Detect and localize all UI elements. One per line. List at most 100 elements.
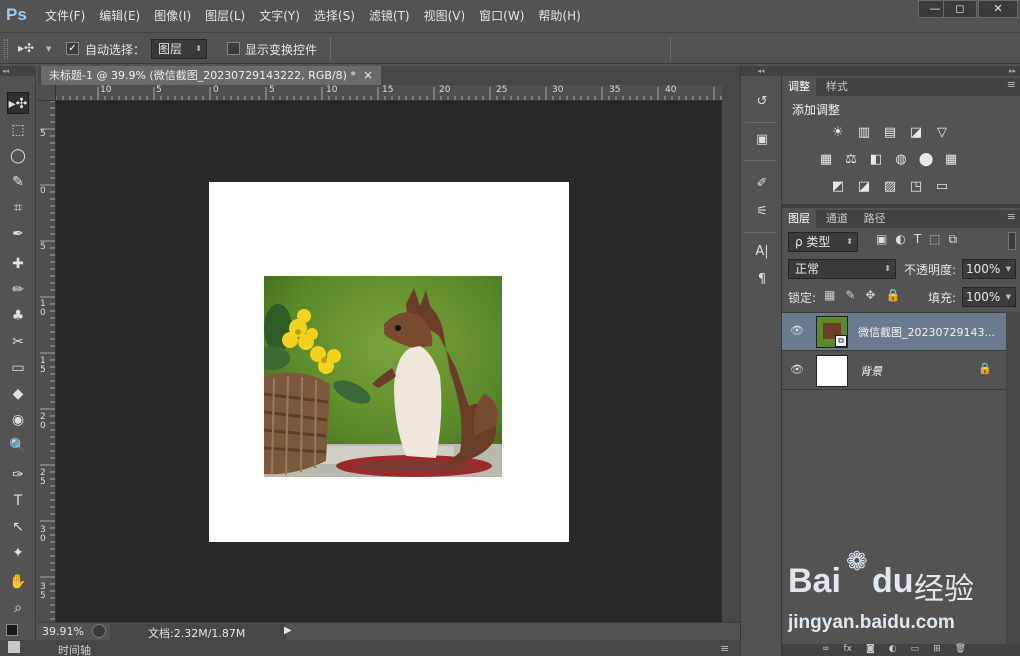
vibrance-icon[interactable]: ▽ bbox=[932, 124, 952, 142]
panel-collapse-icon[interactable]: ▸▸ bbox=[782, 66, 1020, 76]
horizontal-ruler[interactable]: 10 5 0 5 10 15 20 25 30 35 40 bbox=[56, 85, 722, 101]
layer-name[interactable]: 背景 bbox=[860, 363, 882, 379]
brightness-contrast-icon[interactable]: ☀ bbox=[828, 124, 848, 142]
threshold-icon[interactable]: ▨ bbox=[880, 178, 900, 196]
adjustments-panel-menu-icon[interactable]: ≡ bbox=[1007, 78, 1016, 91]
color-lookup-icon[interactable]: ▦ bbox=[941, 151, 961, 169]
healing-brush-tool-icon[interactable]: ✚ bbox=[7, 253, 29, 275]
menu-layer[interactable]: 图层(L) bbox=[198, 0, 252, 32]
hand-tool-icon[interactable]: ✋ bbox=[7, 571, 29, 593]
brush-tool-icon[interactable]: ✏ bbox=[7, 279, 29, 301]
layer-filter-type-select[interactable]: ρ 类型 ⬍ bbox=[788, 232, 858, 252]
canvas-vertical-scrollbar[interactable] bbox=[722, 85, 740, 622]
zoom-tool-icon[interactable]: ⌕ bbox=[7, 597, 29, 619]
invert-icon[interactable]: ◩ bbox=[828, 178, 848, 196]
menu-view[interactable]: 视图(V) bbox=[417, 0, 473, 32]
timeline-panel-bar[interactable]: 时间轴 ≡ bbox=[0, 640, 740, 656]
paint-bucket-tool-icon[interactable]: ◆ bbox=[7, 383, 29, 405]
layer-visibility-eye-icon[interactable]: 👁 bbox=[790, 325, 804, 337]
gradient-map-icon[interactable]: ▭ bbox=[932, 178, 952, 196]
menu-image[interactable]: 图像(I) bbox=[147, 0, 198, 32]
brush-settings-icon[interactable]: ⚟ bbox=[752, 202, 772, 222]
brush-presets-icon[interactable]: ✐ bbox=[752, 174, 772, 194]
filter-toggle[interactable] bbox=[1008, 232, 1016, 250]
filter-type-icon[interactable]: T bbox=[914, 232, 921, 247]
blur-tool-icon[interactable]: ◉ bbox=[7, 409, 29, 431]
crop-tool-icon[interactable]: ⌗ bbox=[7, 197, 29, 219]
fill-input[interactable]: 100% ▼ bbox=[962, 287, 1016, 307]
hue-saturation-icon[interactable]: ▦ bbox=[816, 151, 836, 169]
character-panel-icon[interactable]: A| bbox=[752, 242, 772, 262]
curves-icon[interactable]: ▤ bbox=[880, 124, 900, 142]
canvas-workspace[interactable] bbox=[56, 101, 722, 622]
blend-mode-select[interactable]: 正常 ⬍ bbox=[788, 259, 896, 279]
zoom-level[interactable]: 39.91% bbox=[42, 625, 84, 638]
layers-panel-menu-icon[interactable]: ≡ bbox=[1007, 210, 1016, 223]
document-tab[interactable]: 未标题-1 @ 39.9% (微信截图_20230729143222, RGB/… bbox=[41, 66, 381, 85]
tools-collapse-icon[interactable]: ◂◂ bbox=[0, 66, 36, 76]
opacity-input[interactable]: 100% ▼ bbox=[962, 259, 1016, 279]
filter-adjustment-icon[interactable]: ◐ bbox=[895, 232, 905, 247]
opacity-dropdown-icon[interactable]: ▼ bbox=[1006, 260, 1011, 278]
lock-pixels-icon[interactable]: ✎ bbox=[845, 288, 855, 302]
type-tool-icon[interactable]: T bbox=[7, 490, 29, 512]
channel-mixer-icon[interactable]: ⬤ bbox=[916, 151, 936, 169]
dock-expand-icon[interactable]: ◂◂ bbox=[741, 66, 781, 76]
selective-color-icon[interactable]: ◳ bbox=[906, 178, 926, 196]
paragraph-panel-icon[interactable]: ¶ bbox=[752, 270, 772, 290]
document-close-icon[interactable]: × bbox=[363, 66, 373, 85]
history-icon[interactable]: ↺ bbox=[752, 92, 772, 112]
info-panel-icon[interactable]: ▣ bbox=[752, 130, 772, 150]
tab-adjustments[interactable]: 调整 bbox=[782, 78, 816, 96]
ruler-origin[interactable] bbox=[38, 85, 56, 101]
layer-visibility-eye-icon[interactable]: 👁 bbox=[790, 364, 804, 376]
color-balance-icon[interactable]: ⚖ bbox=[841, 151, 861, 169]
vertical-ruler[interactable]: 5 0 5 1 0 1 5 2 0 2 5 3 0 3 5 bbox=[38, 101, 56, 622]
status-menu-arrow-icon[interactable]: ▶ bbox=[284, 625, 292, 636]
levels-icon[interactable]: ▥ bbox=[854, 124, 874, 142]
black-white-icon[interactable]: ◧ bbox=[866, 151, 886, 169]
menu-window[interactable]: 窗口(W) bbox=[472, 0, 531, 32]
fill-dropdown-icon[interactable]: ▼ bbox=[1006, 288, 1011, 306]
foreground-color-swatch[interactable] bbox=[8, 641, 20, 653]
preset-dropdown-icon[interactable]: ▼ bbox=[46, 45, 51, 53]
timeline-menu-icon[interactable]: ≡ bbox=[720, 642, 729, 655]
lock-all-icon[interactable]: 🔒 bbox=[885, 288, 900, 302]
path-select-tool-icon[interactable]: ↖ bbox=[7, 516, 29, 538]
status-info-icon[interactable] bbox=[92, 624, 106, 638]
filter-shape-icon[interactable]: ⬚ bbox=[929, 232, 940, 247]
tab-styles[interactable]: 样式 bbox=[820, 78, 854, 96]
options-grip[interactable] bbox=[4, 39, 8, 59]
menu-select[interactable]: 选择(S) bbox=[307, 0, 362, 32]
menu-filter[interactable]: 滤镜(T) bbox=[362, 0, 417, 32]
clone-stamp-tool-icon[interactable]: ♣ bbox=[7, 305, 29, 327]
layer-name[interactable]: 微信截图_20230729143... bbox=[858, 324, 995, 340]
close-button[interactable]: ✕ bbox=[978, 0, 1018, 18]
menu-file[interactable]: 文件(F) bbox=[38, 0, 92, 32]
auto-select-target-select[interactable]: 图层 ⬍ bbox=[151, 39, 207, 59]
move-tool-preset-icon[interactable]: ▸✣ bbox=[18, 41, 34, 55]
show-transform-checkbox[interactable] bbox=[227, 42, 240, 55]
history-brush-tool-icon[interactable]: ✂ bbox=[7, 331, 29, 353]
marquee-tool-icon[interactable]: ⬚ bbox=[7, 119, 29, 141]
restore-button[interactable]: ◻ bbox=[943, 0, 977, 18]
photo-filter-icon[interactable]: ◍ bbox=[891, 151, 911, 169]
eyedropper-tool-icon[interactable]: ✒ bbox=[7, 223, 29, 245]
tab-layers[interactable]: 图层 bbox=[782, 210, 816, 228]
posterize-icon[interactable]: ◪ bbox=[854, 178, 874, 196]
eraser-tool-icon[interactable]: ▭ bbox=[7, 357, 29, 379]
filter-pixel-icon[interactable]: ▣ bbox=[876, 232, 887, 247]
layer-row-background[interactable]: 👁 背景 🔒 bbox=[782, 352, 1006, 390]
quick-select-tool-icon[interactable]: ✎ bbox=[7, 171, 29, 193]
pen-tool-icon[interactable]: ✑ bbox=[7, 464, 29, 486]
lock-position-icon[interactable]: ✥ bbox=[865, 288, 875, 302]
squirrel-photo-layer[interactable] bbox=[264, 276, 502, 477]
filter-smart-object-icon[interactable]: ⧉ bbox=[949, 232, 958, 247]
tab-paths[interactable]: 路径 bbox=[858, 210, 892, 228]
auto-select-checkbox[interactable]: ✓ bbox=[66, 42, 79, 55]
menu-help[interactable]: 帮助(H) bbox=[531, 0, 587, 32]
document-canvas[interactable] bbox=[209, 182, 569, 542]
dodge-tool-icon[interactable]: 🔍 bbox=[7, 435, 29, 457]
menu-type[interactable]: 文字(Y) bbox=[252, 0, 307, 32]
menu-edit[interactable]: 编辑(E) bbox=[92, 0, 147, 32]
